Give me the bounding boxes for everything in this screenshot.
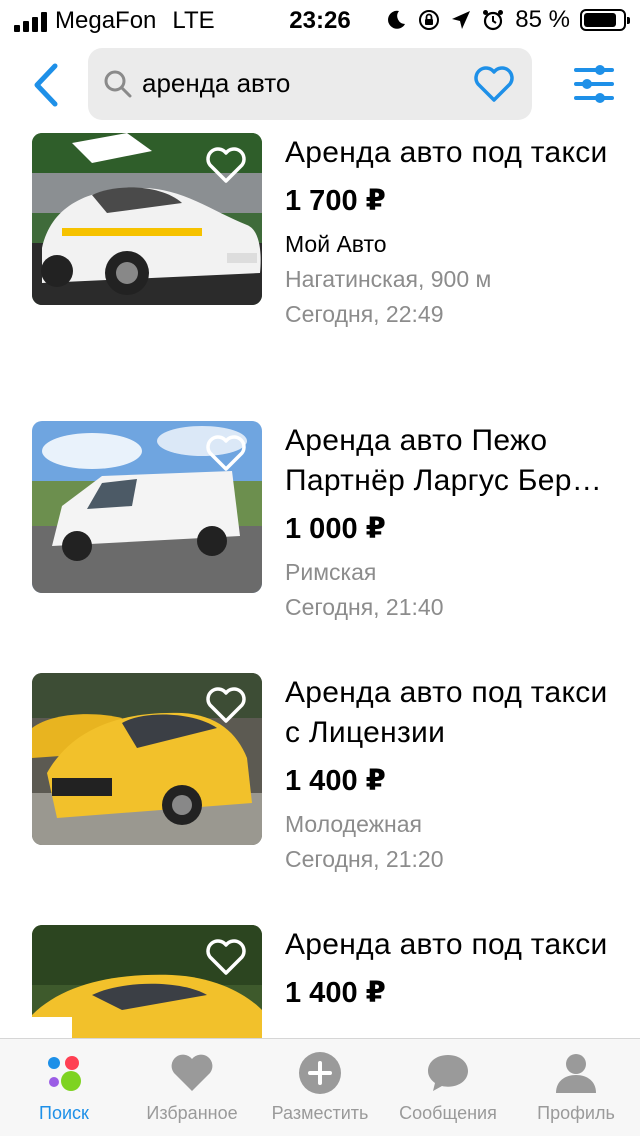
battery-percent: 85 %: [515, 6, 570, 33]
avito-logo-icon: [48, 1056, 81, 1091]
tab-search[interactable]: Поиск: [0, 1039, 128, 1136]
listing-card[interactable]: Аренда авто под такси 1 400 ₽: [0, 925, 640, 1038]
search-icon: [104, 70, 132, 98]
tab-post-ad[interactable]: Разместить: [256, 1039, 384, 1136]
favorite-heart-icon[interactable]: [204, 937, 248, 977]
listing-info: Аренда авто под такси 1 700 ₽ Мой Авто Н…: [285, 133, 615, 331]
listing-photo[interactable]: [32, 925, 262, 1038]
search-query[interactable]: аренда авто: [142, 68, 290, 99]
location-arrow-icon: [452, 11, 471, 29]
tab-messages[interactable]: Сообщения: [384, 1039, 512, 1136]
tab-label: Профиль: [537, 1103, 615, 1123]
favorite-heart-icon[interactable]: [204, 145, 248, 185]
back-button[interactable]: [24, 60, 68, 110]
listing-photo[interactable]: [32, 673, 262, 845]
battery-icon: [580, 9, 630, 31]
search-header: аренда авто: [0, 40, 640, 130]
listing-photo[interactable]: [32, 421, 262, 593]
listing-title[interactable]: Аренда авто Пежо Партнёр Ларгус Бер…: [285, 421, 615, 501]
listing-card[interactable]: Аренда авто Пежо Партнёр Ларгус Бер… 1 0…: [0, 421, 640, 673]
listing-date: Сегодня, 21:20: [285, 846, 444, 872]
listing-seller: Мой Авто: [285, 231, 387, 257]
tab-label: Разместить: [271, 1103, 369, 1123]
heart-icon: [171, 1054, 213, 1091]
status-right: 85 %: [385, 6, 630, 34]
tab-profile[interactable]: Профиль: [512, 1039, 640, 1136]
favorite-heart-icon[interactable]: [204, 685, 248, 725]
listing-location: Молодежная: [285, 811, 422, 837]
chevron-left-icon: [34, 63, 58, 107]
listing-photo[interactable]: [32, 133, 262, 305]
filter-sliders-icon: [574, 65, 614, 103]
search-field[interactable]: аренда авто: [88, 48, 532, 120]
tab-label: Поиск: [39, 1103, 89, 1123]
rotation-lock-icon: [419, 10, 440, 30]
chat-bubble-icon: [428, 1055, 468, 1091]
listing-price: 1 700 ₽: [285, 185, 386, 217]
moon-icon: [388, 10, 406, 29]
listing-price: 1 400 ₽: [285, 765, 386, 797]
listing-info: Аренда авто Пежо Партнёр Ларгус Бер… 1 0…: [285, 421, 615, 624]
save-search-heart-icon[interactable]: [472, 64, 516, 104]
alarm-icon: [483, 10, 504, 31]
listing-date: Сегодня, 22:49: [285, 301, 444, 327]
listing-location: Нагатинская, 900 м: [285, 266, 492, 292]
battery-level: [584, 13, 617, 27]
tab-label: Избранное: [146, 1103, 238, 1123]
listing-info: Аренда авто под такси с Лицензии 1 400 ₽…: [285, 673, 615, 876]
listing-card[interactable]: Аренда авто под такси 1 700 ₽ Мой Авто Н…: [0, 133, 640, 385]
tab-label: Сообщения: [399, 1103, 497, 1123]
listing-price: 1 400 ₽: [285, 977, 386, 1009]
listing-price: 1 000 ₽: [285, 513, 386, 545]
search-results-list: Аренда авто под такси 1 700 ₽ Мой Авто Н…: [0, 130, 640, 1038]
person-icon: [556, 1054, 596, 1093]
bottom-tab-bar: Поиск Избранное Разместить Сообщения Про…: [0, 1038, 640, 1136]
listing-location: Римская: [285, 559, 377, 585]
tab-favorites[interactable]: Избранное: [128, 1039, 256, 1136]
status-bar: MegaFon LTE 23:26 85 %: [0, 0, 640, 40]
favorite-heart-icon[interactable]: [204, 433, 248, 473]
listing-card[interactable]: Аренда авто под такси с Лицензии 1 400 ₽…: [0, 673, 640, 925]
listing-title[interactable]: Аренда авто под такси с Лицензии: [285, 673, 615, 753]
listing-date: Сегодня, 21:40: [285, 594, 444, 620]
plus-circle-icon: [299, 1052, 341, 1094]
listing-title[interactable]: Аренда авто под такси: [285, 925, 615, 965]
filters-button[interactable]: [572, 62, 616, 106]
listing-title[interactable]: Аренда авто под такси: [285, 133, 615, 173]
listing-info: Аренда авто под такси 1 400 ₽: [285, 925, 615, 1015]
